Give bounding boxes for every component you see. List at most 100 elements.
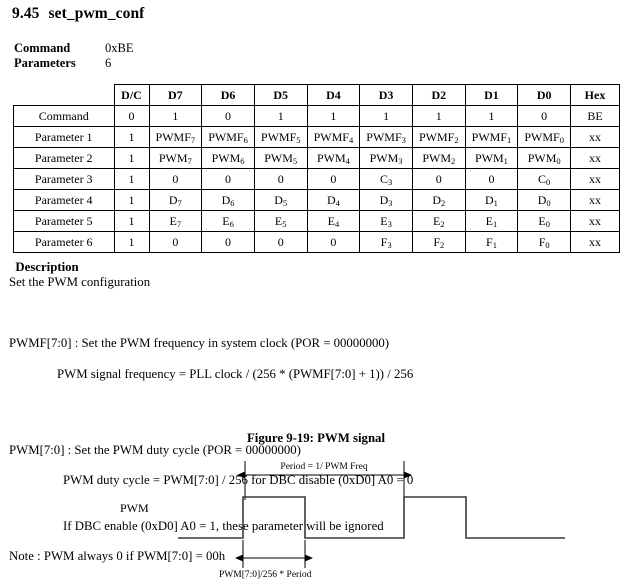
cell-bit: E0 bbox=[517, 210, 571, 232]
cell-bit: D7 bbox=[148, 189, 203, 211]
cell-bit: F1 bbox=[464, 231, 519, 253]
cell-hex: BE bbox=[570, 105, 620, 127]
command-summary: Command 0xBE Parameters 6 bbox=[14, 41, 133, 70]
cell-bit: 1 bbox=[306, 105, 361, 127]
cell-bit: E3 bbox=[359, 210, 413, 232]
cell-bit: PWM7 bbox=[148, 147, 203, 169]
description-title: Description bbox=[15, 260, 79, 275]
table-row: Parameter 1 1 PWMF7 PWMF6 PWMF5 PWMF4 PWMF3 PWM… bbox=[13, 126, 620, 148]
cell-hex: xx bbox=[570, 189, 620, 211]
row-label: Parameter 2 bbox=[13, 147, 115, 169]
pwmf-description: PWMF[7:0] : Set the PWM frequency in sys… bbox=[9, 336, 390, 351]
period-label: Period = 1/ PWM Freq bbox=[280, 462, 367, 472]
cell-bit: 1 bbox=[253, 105, 308, 127]
cell-bit: E2 bbox=[411, 210, 466, 232]
cell-bit: 0 bbox=[464, 168, 519, 190]
row-label: Parameter 1 bbox=[13, 126, 115, 148]
table-row: Parameter 4 1 D7 D6 D5 D4 D3 D2 D1 D0 xx bbox=[13, 189, 620, 211]
row-label: Command bbox=[13, 105, 115, 127]
table-corner-cell bbox=[13, 84, 115, 106]
cell-hex: xx bbox=[570, 210, 620, 232]
cell-bit: PWMF2 bbox=[411, 126, 466, 148]
figure-caption: Figure 9-19: PWM signal bbox=[246, 431, 386, 445]
description-subtitle: Set the PWM configuration bbox=[9, 275, 151, 290]
cell-bit: PWMF0 bbox=[517, 126, 571, 148]
row-label: Parameter 3 bbox=[13, 168, 115, 190]
cell-bit: E1 bbox=[464, 210, 519, 232]
column-header-d2: D2 bbox=[411, 84, 466, 106]
cell-bit: C0 bbox=[517, 168, 571, 190]
cell-bit: F2 bbox=[411, 231, 466, 253]
cell-bit: 0 bbox=[201, 168, 255, 190]
section-number: 9.45 bbox=[12, 5, 40, 22]
section-title: set_pwm_conf bbox=[48, 5, 145, 22]
cell-dc: 1 bbox=[113, 168, 150, 190]
row-label: Parameter 5 bbox=[13, 210, 115, 232]
cell-bit: 1 bbox=[359, 105, 413, 127]
column-header-d0: D0 bbox=[517, 84, 571, 106]
table-row: Parameter 3 1 0 0 0 0 C3 0 0 C0 xx bbox=[13, 168, 620, 190]
cell-hex: xx bbox=[570, 168, 620, 190]
cell-bit: 0 bbox=[306, 168, 361, 190]
register-bit-table: D/C D7 D6 D5 D4 D3 D2 D1 D0 Hex Command 0 1 0 1 1 1 1 1 0 B… bbox=[13, 84, 620, 253]
cell-hex: xx bbox=[570, 231, 620, 253]
cell-bit: E5 bbox=[253, 210, 308, 232]
table-row: Parameter 5 1 E7 E6 E5 E4 E3 E2 E1 E0 xx bbox=[13, 210, 620, 232]
command-label: Command bbox=[14, 41, 71, 55]
pwmf-formula: PWM signal frequency = PLL clock / (256 … bbox=[57, 366, 414, 381]
cell-bit: PWM5 bbox=[253, 147, 308, 169]
command-summary-row: Command 0xBE bbox=[14, 41, 133, 56]
cell-bit: PWM1 bbox=[464, 147, 519, 169]
command-value: 0xBE bbox=[105, 41, 134, 55]
cell-bit: D1 bbox=[464, 189, 519, 211]
cell-dc: 1 bbox=[113, 126, 150, 148]
column-header-d5: D5 bbox=[253, 84, 308, 106]
parameters-summary-row: Parameters 6 bbox=[14, 56, 133, 71]
cell-dc: 1 bbox=[113, 147, 150, 169]
column-header-d7: D7 bbox=[148, 84, 203, 106]
pwm-waveform-figure: Period = 1/ PWM Freq PWM PWM[7:0]/256 * … bbox=[0, 452, 632, 587]
cell-bit: E7 bbox=[148, 210, 203, 232]
cell-bit: 0 bbox=[148, 168, 203, 190]
table-header: D/C D7 D6 D5 D4 D3 D2 D1 D0 Hex bbox=[13, 84, 620, 106]
cell-bit: D5 bbox=[253, 189, 308, 211]
cell-bit: E4 bbox=[306, 210, 361, 232]
table-body: Command 0 1 0 1 1 1 1 1 0 BE Parameter 1 1 PWMF7 PWMF6… bbox=[13, 105, 620, 253]
duty-cycle-label: PWM[7:0]/256 * Period bbox=[219, 570, 312, 580]
cell-bit: D4 bbox=[306, 189, 361, 211]
cell-bit: PWMF7 bbox=[148, 126, 203, 148]
cell-bit: PWMF6 bbox=[201, 126, 255, 148]
signal-name-label: PWM bbox=[120, 501, 149, 515]
column-header-dc: D/C bbox=[113, 84, 150, 106]
cell-bit: PWM0 bbox=[517, 147, 571, 169]
cell-bit: 0 bbox=[253, 168, 308, 190]
page-title: 9.45 set_pwm_conf bbox=[12, 5, 144, 23]
cell-bit: PWM2 bbox=[411, 147, 466, 169]
cell-bit: PWM3 bbox=[359, 147, 413, 169]
cell-bit: 1 bbox=[148, 105, 203, 127]
table-header-row: D/C D7 D6 D5 D4 D3 D2 D1 D0 Hex bbox=[13, 84, 620, 106]
cell-bit: 1 bbox=[411, 105, 466, 127]
cell-bit: 0 bbox=[411, 168, 466, 190]
cell-bit: E6 bbox=[201, 210, 255, 232]
table-row: Parameter 2 1 PWM7 PWM6 PWM5 PWM4 PWM3 PWM2 PWM1… bbox=[13, 147, 620, 169]
cell-bit: PWMF4 bbox=[306, 126, 361, 148]
cell-bit: PWM6 bbox=[201, 147, 255, 169]
parameters-value: 6 bbox=[105, 55, 112, 70]
cell-bit: 0 bbox=[201, 105, 255, 127]
cell-bit: PWMF3 bbox=[359, 126, 413, 148]
cell-bit: F0 bbox=[517, 231, 571, 253]
cell-bit: D2 bbox=[411, 189, 466, 211]
cell-bit: PWMF5 bbox=[253, 126, 308, 148]
cell-hex: xx bbox=[570, 147, 620, 169]
cell-bit: D3 bbox=[359, 189, 413, 211]
cell-bit: D6 bbox=[201, 189, 255, 211]
column-header-d4: D4 bbox=[306, 84, 361, 106]
column-header-d3: D3 bbox=[359, 84, 413, 106]
cell-bit: C3 bbox=[359, 168, 413, 190]
parameters-label: Parameters bbox=[14, 55, 76, 70]
cell-bit: PWM4 bbox=[306, 147, 361, 169]
cell-hex: xx bbox=[570, 126, 620, 148]
